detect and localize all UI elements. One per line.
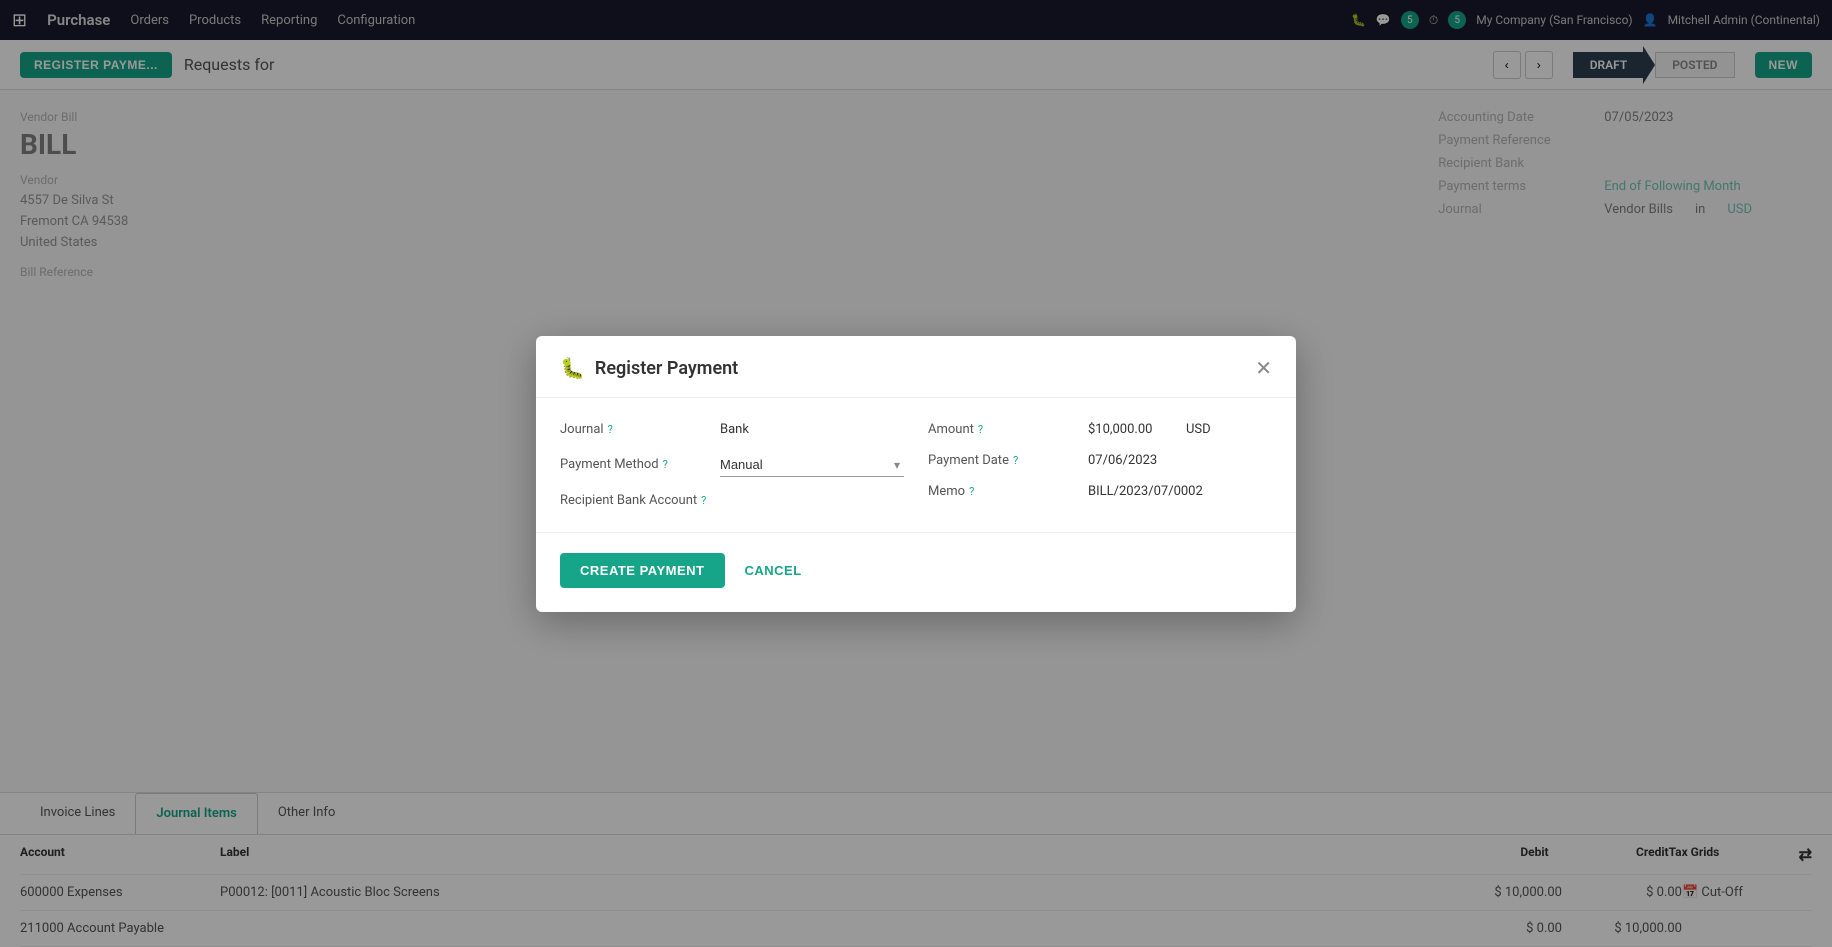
- recipient-bank-row: Recipient Bank Account ?: [560, 493, 904, 508]
- payment-date-field-value: 07/06/2023: [1088, 453, 1272, 468]
- form-left: Journal ? Bank Payment Method ? Manual: [560, 422, 904, 508]
- journal-field-label: Journal ?: [560, 422, 720, 437]
- payment-date-help[interactable]: ?: [1013, 454, 1018, 467]
- amount-currency: USD: [1186, 422, 1272, 437]
- modal-close-button[interactable]: ✕: [1255, 356, 1272, 381]
- form-right: Amount ? $10,000.00 USD Payment Date ?: [928, 422, 1272, 508]
- journal-field-value: Bank: [720, 422, 904, 437]
- payment-method-row: Payment Method ? Manual Check Electronic: [560, 453, 904, 477]
- payment-method-help[interactable]: ?: [663, 458, 668, 471]
- amount-field-label: Amount ?: [928, 422, 1088, 437]
- form-grid: Journal ? Bank Payment Method ? Manual: [560, 422, 1272, 508]
- journal-help[interactable]: ?: [608, 423, 613, 436]
- payment-modal-icon: 🐛: [560, 356, 585, 380]
- payment-method-select-wrapper: Manual Check Electronic: [720, 453, 904, 477]
- modal-footer: CREATE PAYMENT CANCEL: [536, 532, 1296, 612]
- amount-help[interactable]: ?: [978, 423, 983, 436]
- payment-date-row: Payment Date ? 07/06/2023: [928, 453, 1272, 468]
- register-payment-modal: 🐛 Register Payment ✕ Journal ? Bank: [536, 336, 1296, 612]
- memo-field-label: Memo ?: [928, 484, 1088, 499]
- amount-row: Amount ? $10,000.00 USD: [928, 422, 1272, 437]
- cancel-button[interactable]: CANCEL: [741, 553, 806, 588]
- memo-help[interactable]: ?: [969, 485, 974, 498]
- memo-field-value: BILL/2023/07/0002: [1088, 484, 1272, 499]
- recipient-bank-field-label: Recipient Bank Account ?: [560, 493, 720, 508]
- journal-row: Journal ? Bank: [560, 422, 904, 437]
- recipient-bank-help[interactable]: ?: [701, 494, 706, 507]
- payment-date-field-label: Payment Date ?: [928, 453, 1088, 468]
- payment-method-select[interactable]: Manual Check Electronic: [720, 453, 904, 477]
- amount-field-value: $10,000.00: [1088, 422, 1174, 437]
- create-payment-button[interactable]: CREATE PAYMENT: [560, 553, 725, 588]
- payment-method-field-label: Payment Method ?: [560, 457, 720, 472]
- modal-header: 🐛 Register Payment ✕: [536, 336, 1296, 398]
- modal-overlay: 🐛 Register Payment ✕ Journal ? Bank: [0, 0, 1832, 947]
- modal-body: Journal ? Bank Payment Method ? Manual: [536, 398, 1296, 532]
- modal-title: Register Payment: [595, 358, 738, 379]
- memo-row: Memo ? BILL/2023/07/0002: [928, 484, 1272, 499]
